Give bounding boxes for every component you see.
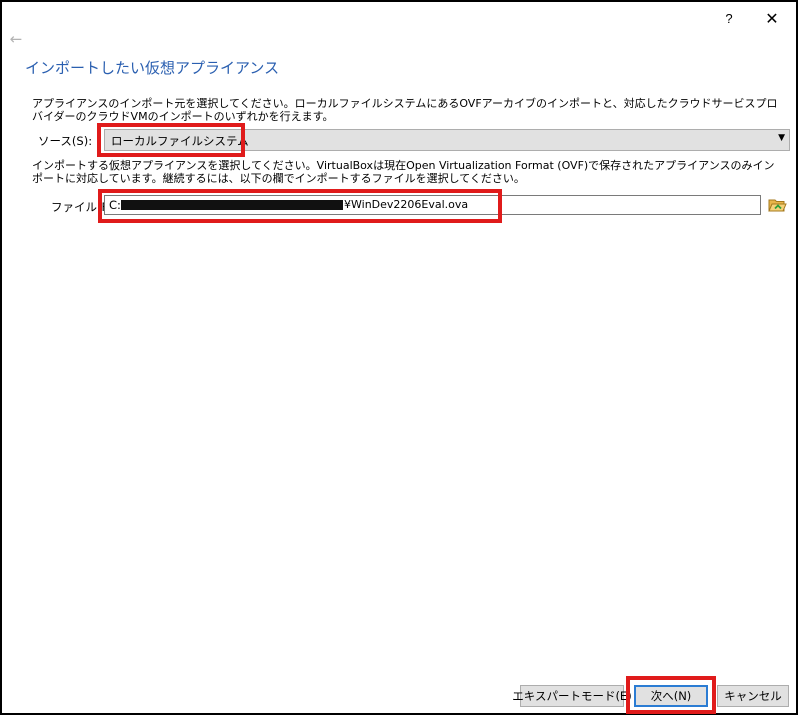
back-arrow-icon[interactable]: ← bbox=[6, 29, 26, 49]
folder-open-icon[interactable] bbox=[767, 195, 787, 215]
import-appliance-dialog: ? ✕ ← インポートしたい仮想アプライアンス アプライアンスのインポート元を選… bbox=[2, 2, 796, 714]
source-selected-value: ローカルファイルシステム bbox=[111, 134, 249, 148]
help-icon[interactable]: ? bbox=[714, 5, 744, 31]
expert-mode-button[interactable]: エキスパートモード(E) bbox=[512, 685, 632, 707]
next-button[interactable]: 次へ(N) bbox=[634, 685, 708, 707]
source-description: アプライアンスのインポート元を選択してください。ローカルファイルシステムにあるO… bbox=[32, 97, 778, 123]
file-description: インポートする仮想アプライアンスを選択してください。VirtualBoxは現在O… bbox=[32, 159, 775, 185]
file-path-input[interactable]: C: ¥WinDev2206Eval.ova bbox=[104, 195, 761, 215]
page-title: インポートしたい仮想アプライアンス bbox=[25, 59, 280, 77]
chevron-down-icon: ▼ bbox=[778, 133, 785, 143]
cancel-button[interactable]: キャンセル bbox=[717, 685, 789, 707]
file-path-drive: C: bbox=[109, 198, 121, 212]
file-path-filename: ¥WinDev2206Eval.ova bbox=[344, 198, 469, 211]
source-label: ソース(S): bbox=[38, 134, 93, 148]
close-icon[interactable]: ✕ bbox=[757, 5, 787, 31]
source-select[interactable]: ローカルファイルシステム ▼ bbox=[104, 129, 790, 151]
redacted-path-segment bbox=[121, 200, 343, 210]
